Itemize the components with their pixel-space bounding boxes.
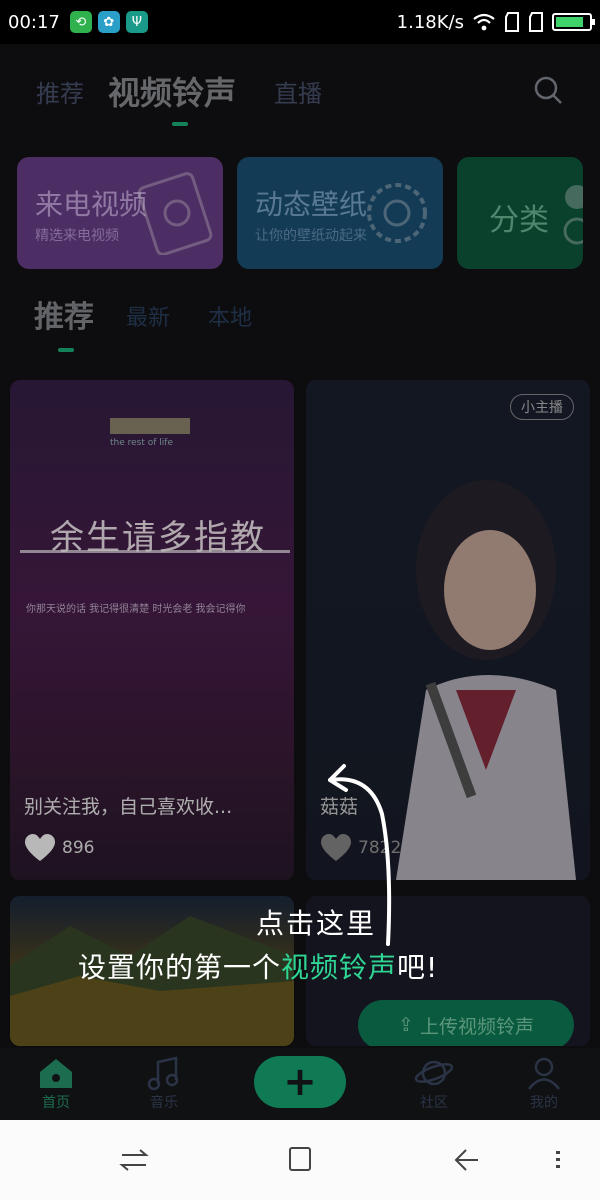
category-icon [563, 185, 583, 245]
subtab-latest[interactable]: 最新 [126, 300, 170, 332]
nav-label: 社区 [420, 1095, 448, 1111]
app-screen: 推荐 视频铃声 直播 来电视频 精选来电视频 动态壁纸 让你的壁纸动起来 分类 … [0, 44, 600, 1120]
status-time: 00:17 [8, 11, 60, 33]
create-button[interactable]: + [254, 1056, 346, 1108]
guide-text-line2: 设置你的第一个视频铃声吧! [78, 946, 438, 986]
upload-icon: ⇪ [398, 1014, 414, 1036]
app-notification-icon: ✿ [97, 11, 120, 33]
nav-label: 我的 [530, 1095, 558, 1111]
phone-video-icon [137, 172, 213, 255]
back-arrow-icon[interactable] [446, 1144, 486, 1176]
incall-video-card[interactable]: 来电视频 精选来电视频 [17, 157, 223, 269]
nav-me[interactable]: 我的 [508, 1056, 580, 1112]
host-badge: 小主播 [510, 394, 574, 420]
upload-video-ringtone-button[interactable]: ⇪ 上传视频铃声 [358, 1000, 574, 1046]
tab-video-ringtone[interactable]: 视频铃声 [108, 68, 236, 114]
poster-logo [110, 418, 190, 434]
subtab-local[interactable]: 本地 [208, 300, 252, 332]
like-count-value: 896 [62, 838, 95, 858]
search-icon[interactable] [532, 74, 564, 106]
app-notification-icon: ⟲ [69, 11, 92, 33]
battery-icon [552, 13, 595, 31]
tab-indicator [172, 122, 188, 126]
upload-label: 上传视频铃声 [419, 1015, 534, 1038]
subtab-indicator [58, 348, 74, 352]
poster-body-text: 你那天说的话 我记得很清楚 时光会老 我会记得你 [26, 604, 246, 615]
video-title: 别关注我，自己喜欢收... [24, 796, 233, 818]
planet-icon [414, 1060, 454, 1086]
card-subtitle: 精选来电视频 [35, 228, 119, 244]
system-nav-bar [0, 1120, 600, 1200]
status-bar: 00:17 ⟲ ✿ Ψ 1.18K/s [0, 0, 600, 44]
user-icon [528, 1057, 560, 1090]
nav-label: 音乐 [150, 1095, 178, 1111]
sim-icon [529, 12, 543, 32]
gear-icon [367, 183, 427, 243]
poster-heartbeat-line [20, 550, 290, 553]
plus-icon: + [283, 1059, 317, 1105]
sim-icon [505, 12, 519, 32]
card-title: 分类 [489, 203, 549, 238]
tab-live[interactable]: 直播 [274, 74, 322, 109]
guide-text-suffix: 吧! [397, 951, 439, 984]
live-wallpaper-card[interactable]: 动态壁纸 让你的壁纸动起来 [237, 157, 443, 269]
network-speed: 1.18K/s [396, 11, 464, 33]
battery-level [556, 17, 584, 27]
nav-label: 首页 [42, 1095, 70, 1111]
heart-icon [25, 834, 55, 861]
guide-text-prefix: 设置你的第一个 [78, 951, 282, 984]
nav-home[interactable]: 首页 [20, 1056, 92, 1112]
tab-recommend[interactable]: 推荐 [36, 74, 84, 109]
like-count[interactable]: 896 [24, 834, 94, 862]
wifi-icon [473, 13, 495, 31]
poster-caption: the rest of life [110, 438, 173, 448]
bottom-nav: 首页 音乐 + 社区 我的 [0, 1048, 600, 1120]
switch-apps-icon[interactable] [114, 1144, 154, 1176]
home-icon [40, 1059, 72, 1088]
top-nav: 推荐 视频铃声 直播 [0, 44, 600, 134]
music-note-icon [147, 1056, 179, 1090]
nav-community[interactable]: 社区 [398, 1056, 470, 1112]
guide-text-line1: 点击这里 [256, 907, 377, 940]
video-card[interactable]: the rest of life 余生请多指教 你那天说的话 我记得很清楚 时光… [10, 380, 294, 880]
menu-dots-icon[interactable] [548, 1144, 568, 1176]
category-card[interactable]: 分类 [457, 157, 583, 269]
usb-icon: Ψ [125, 11, 148, 33]
subtab-recommend[interactable]: 推荐 [34, 292, 94, 336]
sub-tabs: 推荐 最新 本地 [0, 284, 600, 354]
home-square-icon[interactable] [280, 1144, 320, 1176]
guide-text-highlight: 视频铃声 [281, 951, 398, 984]
nav-music[interactable]: 音乐 [128, 1056, 200, 1112]
